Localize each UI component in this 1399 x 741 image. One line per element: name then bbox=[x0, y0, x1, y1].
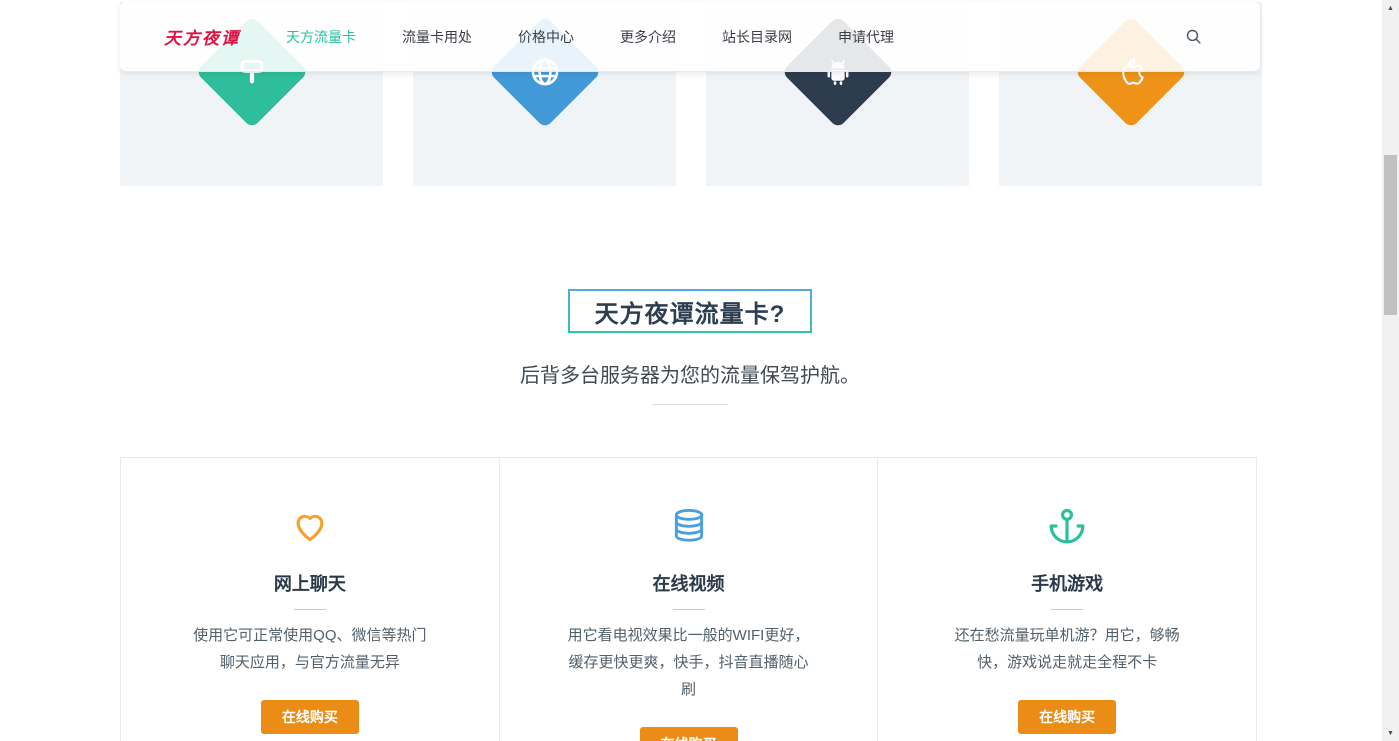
feature-divider bbox=[293, 609, 326, 610]
feature-title: 在线视频 bbox=[652, 574, 725, 594]
feature-col-games: 手机游戏 还在愁流量玩单机游？用它，够畅 快，游戏说走就走全程不卡 在线购买 bbox=[877, 458, 1256, 741]
feature-divider bbox=[1051, 609, 1084, 610]
heart-icon bbox=[121, 506, 499, 546]
feature-col-chat: 网上聊天 使用它可正常使用QQ、微信等热门 聊天应用，与官方流量无异 在线购买 bbox=[121, 458, 499, 741]
feature-title: 手机游戏 bbox=[1031, 574, 1104, 594]
search-icon[interactable] bbox=[1185, 28, 1202, 45]
intro-title: 天方夜谭流量卡? bbox=[594, 300, 786, 328]
buy-online-button[interactable]: 在线购买 bbox=[1018, 700, 1117, 734]
nav-item-directory[interactable]: 站长目录网 bbox=[722, 27, 792, 47]
intro-title-box: 天方夜谭流量卡? bbox=[568, 289, 812, 333]
intro-divider bbox=[652, 404, 728, 405]
features-section: 网上聊天 使用它可正常使用QQ、微信等热门 聊天应用，与官方流量无异 在线购买 … bbox=[120, 457, 1257, 741]
anchor-icon bbox=[878, 506, 1256, 546]
feature-description: 用它看电视效果比一般的WIFI更好， 缓存更快更爽，快手，抖音直播随心 刷 bbox=[567, 627, 810, 698]
nav-item-card-usage[interactable]: 流量卡用处 bbox=[402, 27, 472, 47]
scrollbar-down-arrow[interactable]: ▼ bbox=[1382, 725, 1399, 741]
scrollbar[interactable]: ▲ ▼ bbox=[1382, 0, 1399, 741]
site-logo[interactable]: 天方夜谭 bbox=[164, 24, 240, 49]
feature-col-video: 在线视频 用它看电视效果比一般的WIFI更好， 缓存更快更爽，快手，抖音直播随心… bbox=[498, 458, 878, 741]
nav-item-more-info[interactable]: 更多介绍 bbox=[620, 27, 676, 47]
buy-online-button[interactable]: 在线购买 bbox=[260, 700, 359, 734]
feature-title: 网上聊天 bbox=[273, 574, 346, 594]
nav-item-traffic-card[interactable]: 天方流量卡 bbox=[286, 27, 356, 47]
buy-online-button[interactable]: 在线购买 bbox=[639, 727, 738, 741]
intro-subtitle: 后背多台服务器为您的流量保驾护航。 bbox=[520, 365, 860, 387]
feature-description: 使用它可正常使用QQ、微信等热门 聊天应用，与官方流量无异 bbox=[193, 627, 427, 671]
scrollbar-thumb[interactable] bbox=[1384, 155, 1397, 315]
feature-description: 还在愁流量玩单机游？用它，够畅 快，游戏说走就走全程不卡 bbox=[954, 627, 1180, 671]
database-icon bbox=[500, 506, 878, 546]
page: 天方夜谭 天方流量卡 流量卡用处 价格中心 更多介绍 站长目录网 申请代理 天方… bbox=[0, 0, 1399, 741]
nav-item-apply-agent[interactable]: 申请代理 bbox=[838, 27, 894, 47]
feature-divider bbox=[672, 609, 705, 610]
nav-item-pricing[interactable]: 价格中心 bbox=[518, 27, 574, 47]
scrollbar-up-arrow[interactable]: ▲ bbox=[1382, 0, 1399, 16]
navbar: 天方夜谭 天方流量卡 流量卡用处 价格中心 更多介绍 站长目录网 申请代理 bbox=[120, 2, 1260, 72]
